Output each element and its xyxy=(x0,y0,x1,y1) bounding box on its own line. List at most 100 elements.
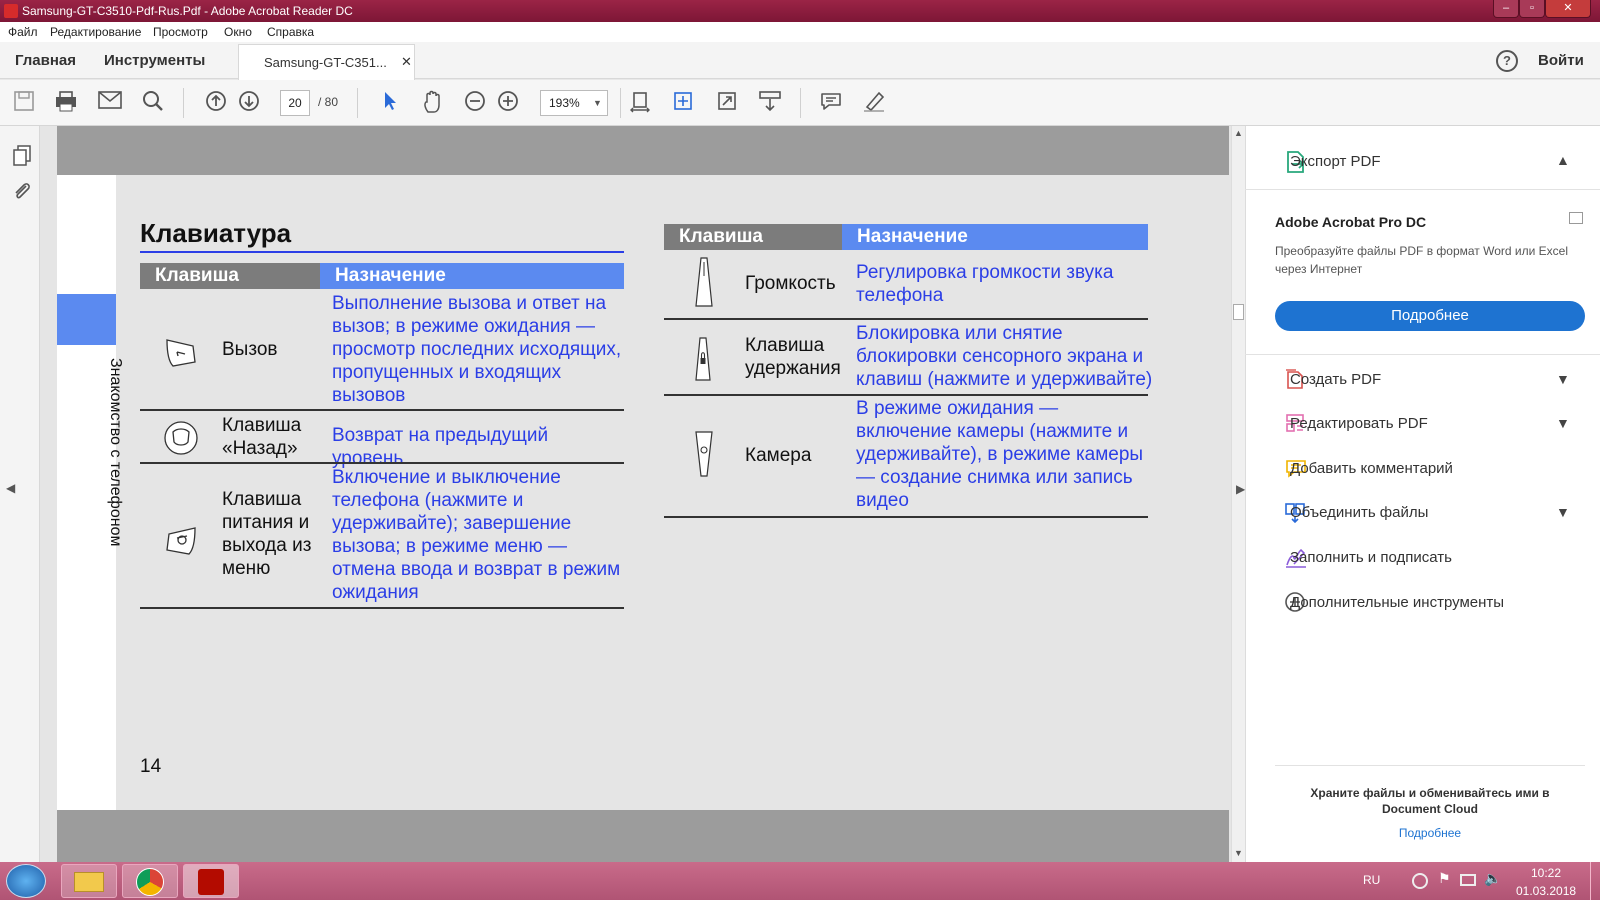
table-row-divider xyxy=(140,607,624,609)
panel-divider xyxy=(1275,765,1585,766)
table-row-divider xyxy=(664,394,1148,396)
page-heading: Клавиатура xyxy=(140,218,292,248)
table-header-purpose: Назначение xyxy=(320,263,624,289)
left-navigation-rail: ◀ xyxy=(0,126,40,862)
page-total: / 80 xyxy=(318,95,339,109)
page-number-input[interactable]: 20 xyxy=(280,90,310,116)
key-name: Клавиша питания и выхода из меню xyxy=(222,489,312,579)
learn-more-button[interactable]: Подробнее xyxy=(1275,301,1585,331)
page-bottom-band xyxy=(57,810,1229,862)
add-comment-item[interactable]: Добавить комментарий xyxy=(1290,460,1453,477)
scroll-mode-icon[interactable] xyxy=(757,90,783,116)
clock-time[interactable]: 10:22 xyxy=(1531,866,1561,880)
menu-view[interactable]: Просмотр xyxy=(153,25,208,39)
toolbar-divider xyxy=(800,88,801,118)
menu-window[interactable]: Окно xyxy=(224,25,252,39)
chevron-down-icon[interactable]: ▼ xyxy=(1556,415,1570,431)
search-icon[interactable] xyxy=(140,90,166,116)
collapse-right-panel-icon[interactable]: ▶ xyxy=(1236,482,1245,496)
key-purpose: В режиме ожидания — включение камеры (на… xyxy=(856,398,1144,511)
camera-key-icon xyxy=(694,430,714,483)
help-icon[interactable]: ? xyxy=(1496,50,1518,72)
page-down-icon[interactable] xyxy=(236,90,262,116)
page-number: 14 xyxy=(140,756,162,777)
fill-sign-item[interactable]: Заполнить и подписать xyxy=(1290,549,1452,566)
window-title: Samsung-GT-C3510-Pdf-Rus.Pdf - Adobe Acr… xyxy=(22,4,353,18)
hold-key-icon xyxy=(694,336,712,387)
login-button[interactable]: Войти xyxy=(1538,52,1584,69)
maximize-button[interactable]: ▫ xyxy=(1519,0,1545,18)
taskbar-chrome[interactable] xyxy=(122,864,178,898)
pages-thumbnail-icon[interactable] xyxy=(12,144,32,171)
show-desktop-button[interactable] xyxy=(1590,862,1600,900)
tab-tools[interactable]: Инструменты xyxy=(104,52,205,69)
save-icon[interactable] xyxy=(11,90,37,116)
chrome-icon xyxy=(136,868,164,896)
select-cursor-icon[interactable] xyxy=(377,90,403,116)
language-indicator[interactable]: RU xyxy=(1363,873,1380,887)
zoom-level-value: 193% xyxy=(549,96,580,110)
combine-files-item[interactable]: Объединить файлы xyxy=(1290,504,1428,521)
minimize-button[interactable]: ‒ xyxy=(1493,0,1519,18)
key-purpose: Регулировка громкости звука телефона xyxy=(856,262,1114,306)
table-header-key: Клавиша xyxy=(664,224,842,250)
table-header-purpose: Назначение xyxy=(842,224,1148,250)
clock-date[interactable]: 01.03.2018 xyxy=(1516,884,1576,898)
tab-home[interactable]: Главная xyxy=(15,52,76,69)
feedback-icon[interactable] xyxy=(1569,212,1583,224)
taskbar-acrobat[interactable] xyxy=(183,864,239,898)
tab-close-icon[interactable]: ✕ xyxy=(401,54,412,70)
highlight-pen-icon[interactable] xyxy=(861,90,887,116)
menu-bar: Файл Редактирование Просмотр Окно Справк… xyxy=(0,22,1600,42)
key-name: Камера xyxy=(745,445,812,466)
chevron-down-icon[interactable]: ▼ xyxy=(1556,504,1570,520)
export-pdf-label[interactable]: Экспорт PDF xyxy=(1290,153,1381,170)
windows-taskbar xyxy=(0,862,1600,900)
scroll-up-arrow-icon[interactable]: ▲ xyxy=(1234,128,1243,138)
hand-tool-icon[interactable] xyxy=(420,90,446,116)
zoom-in-icon[interactable] xyxy=(495,90,521,116)
fit-width-icon[interactable] xyxy=(670,90,696,116)
menu-file[interactable]: Файл xyxy=(8,25,38,39)
section-color-tab xyxy=(57,294,116,345)
zoom-out-icon[interactable] xyxy=(462,90,488,116)
zoom-level-select[interactable]: 193% ▼ xyxy=(540,90,608,116)
email-icon[interactable] xyxy=(97,90,123,116)
volume-icon[interactable]: 🔈 xyxy=(1484,870,1501,887)
network-icon[interactable] xyxy=(1412,873,1428,889)
panel-divider xyxy=(1245,354,1600,355)
attachment-icon[interactable] xyxy=(12,180,32,207)
power-key-icon xyxy=(163,520,199,556)
scroll-down-arrow-icon[interactable]: ▼ xyxy=(1234,848,1243,858)
fit-page-icon[interactable] xyxy=(627,90,653,116)
toolbar-divider xyxy=(620,88,621,118)
page-top-band xyxy=(57,126,1229,175)
print-icon[interactable] xyxy=(53,90,79,116)
right-tools-panel: ▶ xyxy=(1236,126,1600,862)
display-icon[interactable] xyxy=(1460,874,1476,886)
create-pdf-item[interactable]: Создать PDF xyxy=(1290,371,1381,388)
menu-edit[interactable]: Редактирование xyxy=(50,25,141,39)
page-up-icon[interactable] xyxy=(203,90,229,116)
chevron-up-icon[interactable]: ▲ xyxy=(1556,152,1570,168)
scroll-thumb[interactable] xyxy=(1233,304,1244,320)
product-description: Преобразуйте файлы PDF в формат Word или… xyxy=(1275,244,1569,276)
key-purpose: Выполнение вызова и ответ на вызов; в ре… xyxy=(332,293,622,406)
taskbar-explorer[interactable] xyxy=(61,864,117,898)
table-row-divider xyxy=(140,409,624,411)
more-tools-item[interactable]: Дополнительные инструменты xyxy=(1290,594,1504,611)
toolbar-divider xyxy=(357,88,358,118)
heading-underline xyxy=(140,251,624,253)
menu-help[interactable]: Справка xyxy=(267,25,314,39)
toolbar: / 80 xyxy=(0,80,1600,126)
flag-icon[interactable]: ⚑ xyxy=(1438,870,1451,887)
full-screen-icon[interactable] xyxy=(714,90,740,116)
tab-document[interactable]: Samsung-GT-C351... ✕ xyxy=(238,44,415,80)
comment-icon[interactable] xyxy=(818,90,844,116)
edit-pdf-item[interactable]: Редактировать PDF xyxy=(1290,415,1428,432)
chevron-down-icon[interactable]: ▼ xyxy=(1556,371,1570,387)
cloud-learn-more-link[interactable]: Подробнее xyxy=(1285,826,1575,840)
start-button[interactable] xyxy=(6,864,46,898)
close-window-button[interactable]: ✕ xyxy=(1545,0,1591,18)
collapse-left-panel-icon[interactable]: ◀ xyxy=(6,481,15,495)
